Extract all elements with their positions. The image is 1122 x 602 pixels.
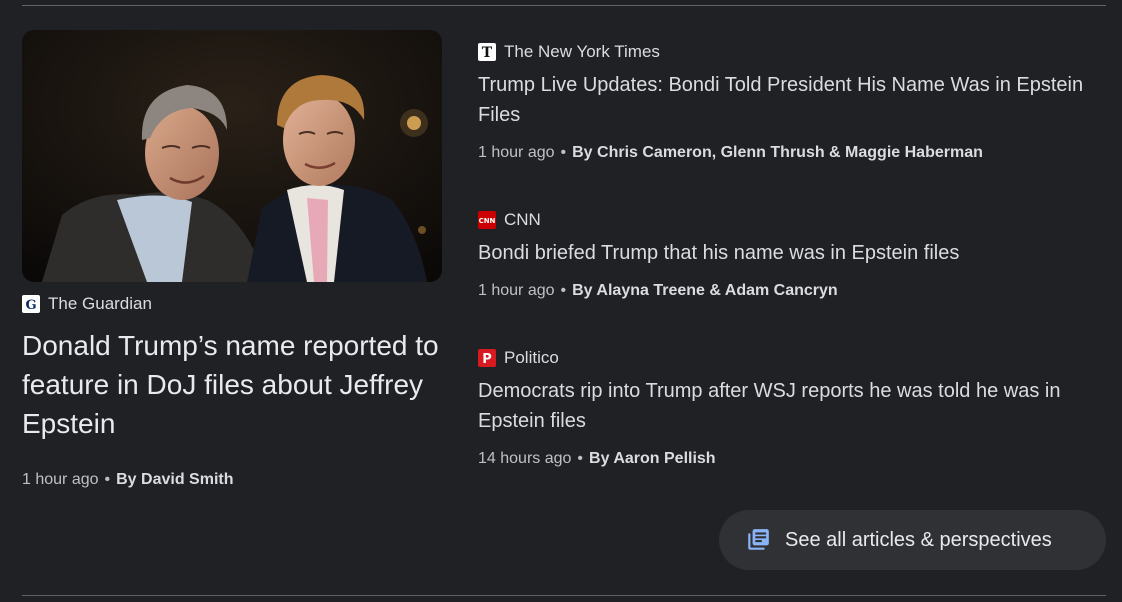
article-source: T The New York Times xyxy=(478,42,1108,62)
see-all-articles-button[interactable]: See all articles & perspectives xyxy=(719,510,1106,570)
separator-dot: • xyxy=(560,282,567,299)
svg-text:G: G xyxy=(25,298,36,311)
hero-meta: 1 hour ago • By David Smith xyxy=(22,471,442,489)
svg-text:T: T xyxy=(482,45,493,60)
hero-source: G The Guardian xyxy=(22,294,442,314)
svg-text:P: P xyxy=(482,352,492,366)
article-source-name: CNN xyxy=(504,210,541,229)
articles-icon xyxy=(745,527,771,553)
cnn-logo-icon: CNN xyxy=(478,211,496,229)
article-source-name: Politico xyxy=(504,348,559,367)
article-byline: By Aaron Pellish xyxy=(589,450,716,467)
article-politico[interactable]: P Politico Democrats rip into Trump afte… xyxy=(478,348,1108,468)
article-headline-link[interactable]: Trump Live Updates: Bondi Told President… xyxy=(478,70,1108,130)
politico-logo-icon: P xyxy=(478,349,496,367)
article-time: 1 hour ago xyxy=(478,144,555,161)
article-time: 14 hours ago xyxy=(478,450,572,467)
article-byline: By Alayna Treene & Adam Cancryn xyxy=(572,282,838,299)
separator-dot: • xyxy=(577,450,584,467)
article-source: P Politico xyxy=(478,348,1108,368)
article-source-name: The New York Times xyxy=(504,42,660,61)
separator-dot: • xyxy=(104,471,111,488)
nyt-logo-icon: T xyxy=(478,43,496,61)
article-meta: 14 hours ago • By Aaron Pellish xyxy=(478,450,1108,468)
article-source: CNN CNN xyxy=(478,210,1108,230)
article-nyt[interactable]: T The New York Times Trump Live Updates:… xyxy=(478,42,1108,162)
hero-time: 1 hour ago xyxy=(22,471,99,488)
guardian-logo-icon: G xyxy=(22,295,40,313)
svg-text:CNN: CNN xyxy=(479,217,496,225)
hero-source-name: The Guardian xyxy=(48,294,152,313)
hero-title-link[interactable]: Donald Trump’s name reported to feature … xyxy=(22,326,442,443)
article-headline-link[interactable]: Bondi briefed Trump that his name was in… xyxy=(478,238,1108,268)
article-time: 1 hour ago xyxy=(478,282,555,299)
article-meta: 1 hour ago • By Alayna Treene & Adam Cancr… xyxy=(478,282,1108,300)
hero-image[interactable] xyxy=(22,30,442,282)
top-divider xyxy=(22,5,1106,6)
separator-dot: • xyxy=(560,144,567,161)
article-headline-link[interactable]: Democrats rip into Trump after WSJ repor… xyxy=(478,376,1108,436)
article-meta: 1 hour ago • By Chris Cameron, Glenn Thrus… xyxy=(478,144,1108,162)
hero-story[interactable]: G The Guardian Donald Trump’s name repor… xyxy=(22,30,442,489)
article-cnn[interactable]: CNN CNN Bondi briefed Trump that his nam… xyxy=(478,210,1108,300)
bottom-divider xyxy=(22,595,1106,596)
hero-byline: By David Smith xyxy=(116,471,234,488)
see-all-label: See all articles & perspectives xyxy=(785,528,1052,551)
article-byline: By Chris Cameron, Glenn Thrush & Maggie … xyxy=(572,144,983,161)
